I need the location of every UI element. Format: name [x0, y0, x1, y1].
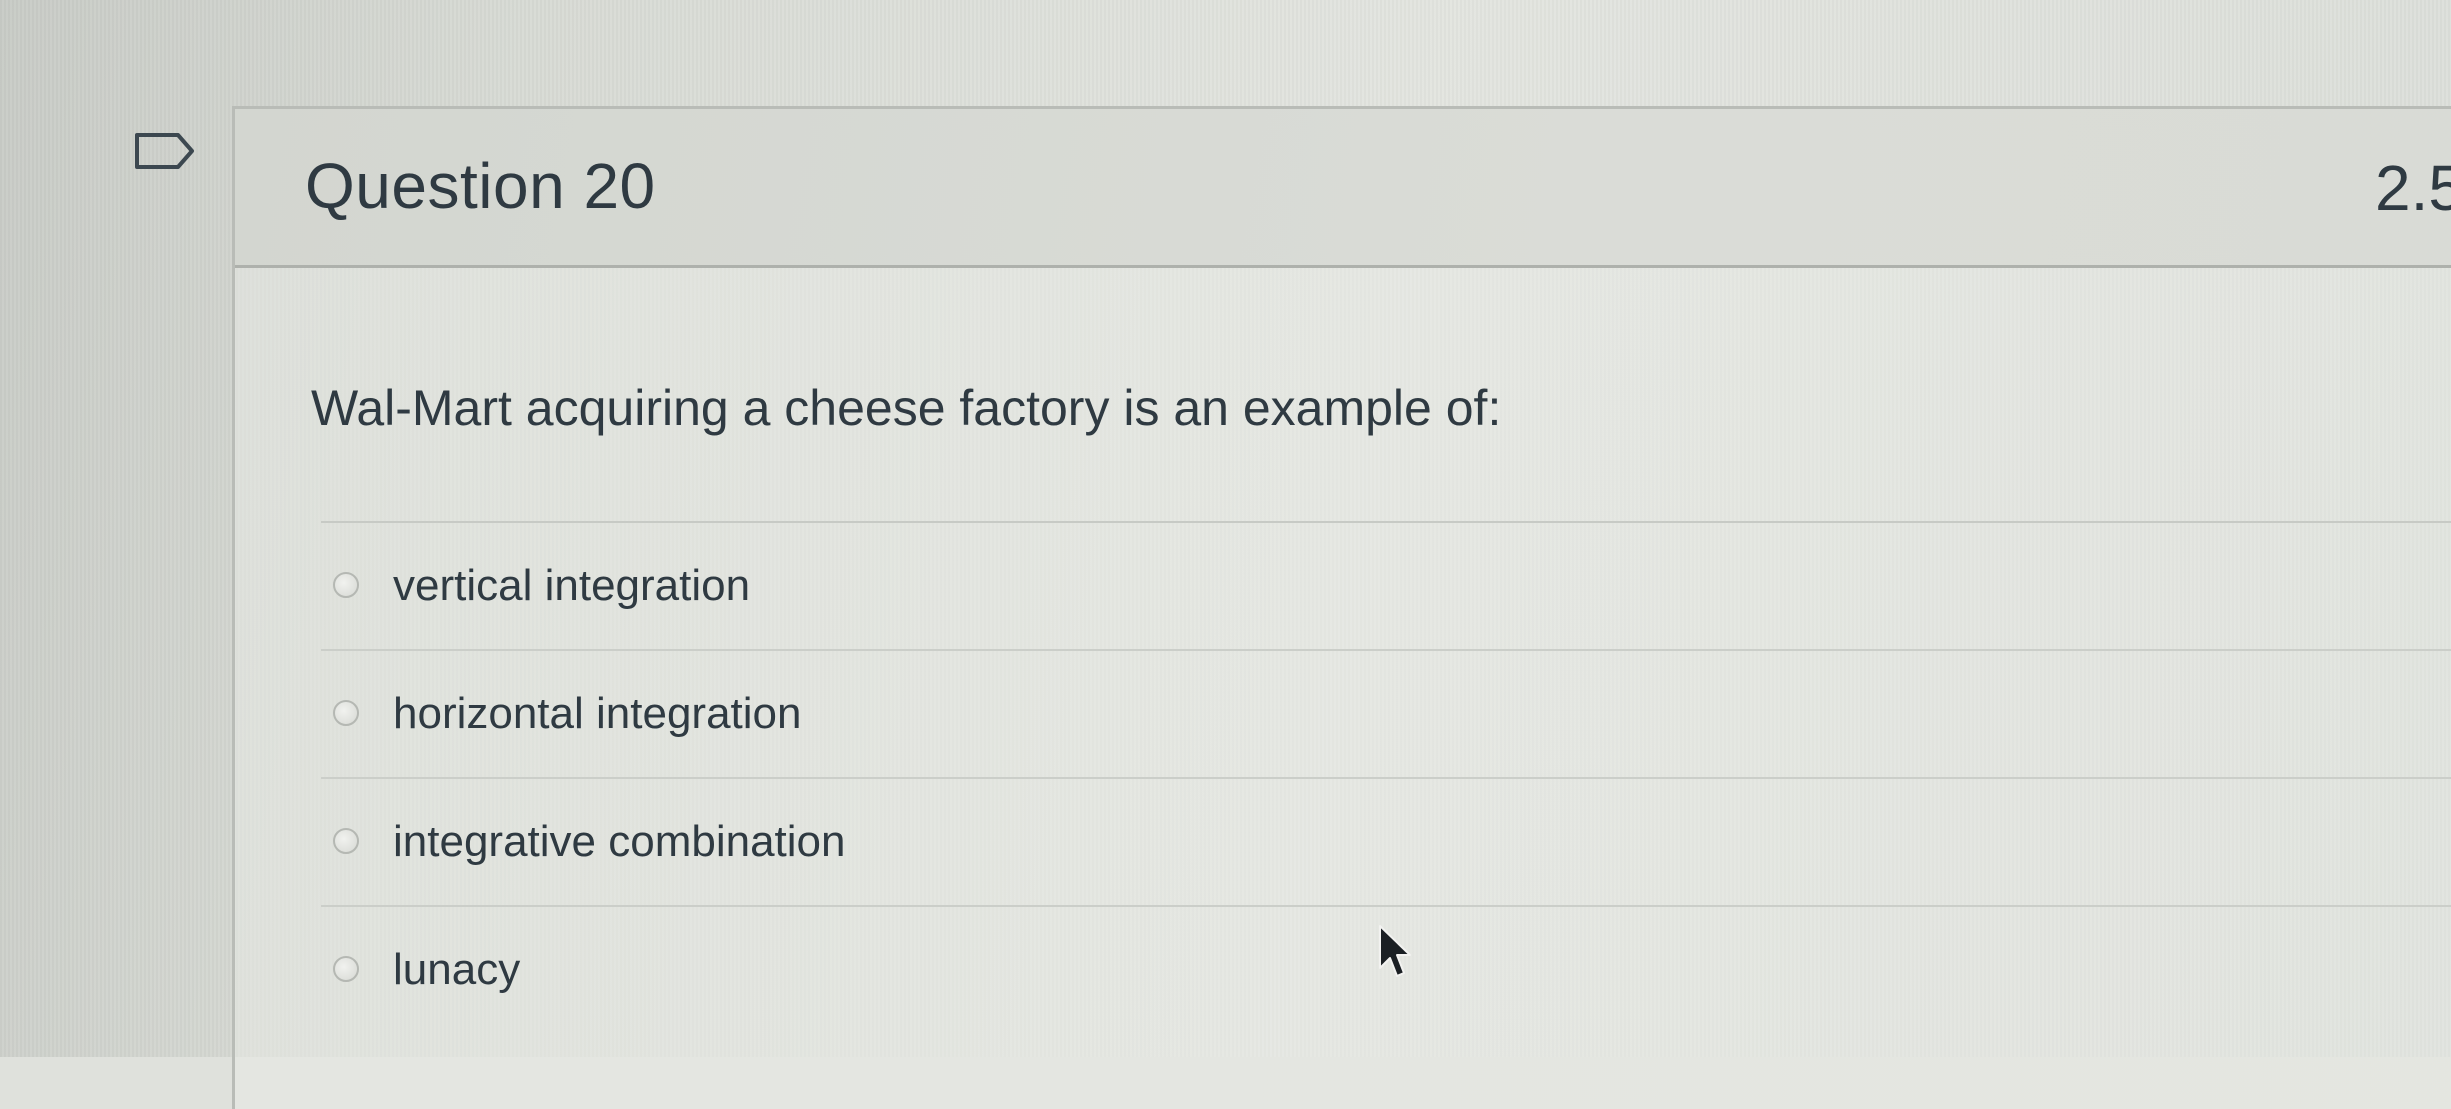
- question-points: 2.5: [2375, 152, 2451, 224]
- answer-option-horizontal-integration[interactable]: horizontal integration: [321, 651, 2451, 779]
- question-prompt: Wal-Mart acquiring a cheese factory is a…: [311, 380, 1502, 436]
- question-title: Question 20: [305, 150, 656, 222]
- radio-button-icon[interactable]: [333, 956, 359, 982]
- mouse-pointer-icon: [1379, 925, 1411, 977]
- radio-button-icon[interactable]: [333, 828, 359, 854]
- answer-option-integrative-combination[interactable]: integrative combination: [321, 779, 2451, 907]
- answer-label[interactable]: lunacy: [393, 945, 520, 995]
- question-card: Question 20 2.5 Wal-Mart acquiring a che…: [232, 106, 2451, 1109]
- bookmark-flag-icon[interactable]: [134, 132, 196, 170]
- question-header: Question 20 2.5: [235, 109, 2451, 268]
- answer-label[interactable]: horizontal integration: [393, 689, 801, 739]
- radio-button-icon[interactable]: [333, 700, 359, 726]
- radio-button-icon[interactable]: [333, 572, 359, 598]
- answer-label[interactable]: integrative combination: [393, 817, 845, 867]
- answer-option-vertical-integration[interactable]: vertical integration: [321, 523, 2451, 651]
- answer-label[interactable]: vertical integration: [393, 561, 750, 611]
